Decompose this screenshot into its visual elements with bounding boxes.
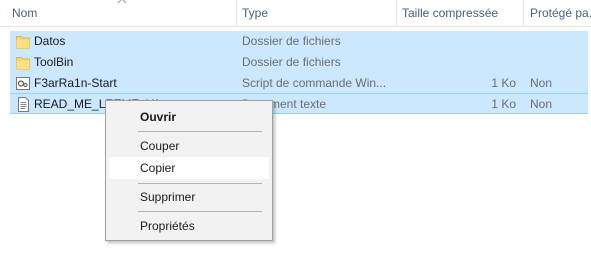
menu-separator (138, 183, 262, 184)
menu-item-open[interactable]: Ouvrir (109, 106, 269, 128)
column-compressed-size-header[interactable]: Taille compressée (402, 0, 520, 26)
file-size (390, 52, 516, 73)
column-header: Nom Type Taille compressée Protégé pa... (0, 0, 591, 27)
file-row-toolbin[interactable]: ToolBin Dossier de fichiers (10, 52, 588, 73)
column-protected-header[interactable]: Protégé pa... (530, 0, 591, 26)
column-divider[interactable] (236, 0, 237, 26)
text-file-icon (18, 97, 29, 112)
file-row-datos[interactable]: Datos Dossier de fichiers (10, 31, 588, 52)
folder-icon (16, 57, 30, 70)
folder-icon (16, 36, 30, 49)
file-name: Datos (34, 34, 66, 48)
file-protected: Non (530, 76, 553, 90)
file-protected (530, 52, 590, 73)
menu-item-cut[interactable]: Couper (109, 135, 269, 157)
menu-item-delete[interactable]: Supprimer (109, 186, 269, 208)
file-type: Script de commande Win... (242, 76, 387, 90)
file-size: 1 Ko (491, 97, 516, 111)
file-name: ToolBin (34, 55, 74, 69)
file-protected: Non (530, 97, 553, 111)
file-row-read-me[interactable]: READ_ME_LEEME_YA Document texte 1 Ko Non (10, 93, 588, 114)
script-file-icon (16, 77, 30, 90)
column-name-header[interactable]: Nom (12, 0, 232, 26)
menu-separator (138, 131, 262, 132)
menu-separator (138, 211, 262, 212)
file-type: Dossier de fichiers (242, 55, 341, 69)
file-row-f3arra1n-start[interactable]: F3arRa1n-Start Script de commande Win...… (10, 73, 588, 94)
file-size: 1 Ko (491, 76, 516, 90)
file-name: F3arRa1n-Start (34, 76, 117, 90)
file-type: Dossier de fichiers (242, 34, 341, 48)
column-divider[interactable] (396, 0, 397, 26)
file-protected (530, 31, 590, 52)
column-type-header[interactable]: Type (242, 0, 392, 26)
menu-item-copy[interactable]: Copier (109, 157, 269, 179)
column-divider[interactable] (523, 0, 524, 26)
menu-item-properties[interactable]: Propriétés (109, 215, 269, 237)
file-size (390, 31, 516, 52)
context-menu: Ouvrir Couper Copier Supprimer Propriété… (105, 100, 273, 241)
